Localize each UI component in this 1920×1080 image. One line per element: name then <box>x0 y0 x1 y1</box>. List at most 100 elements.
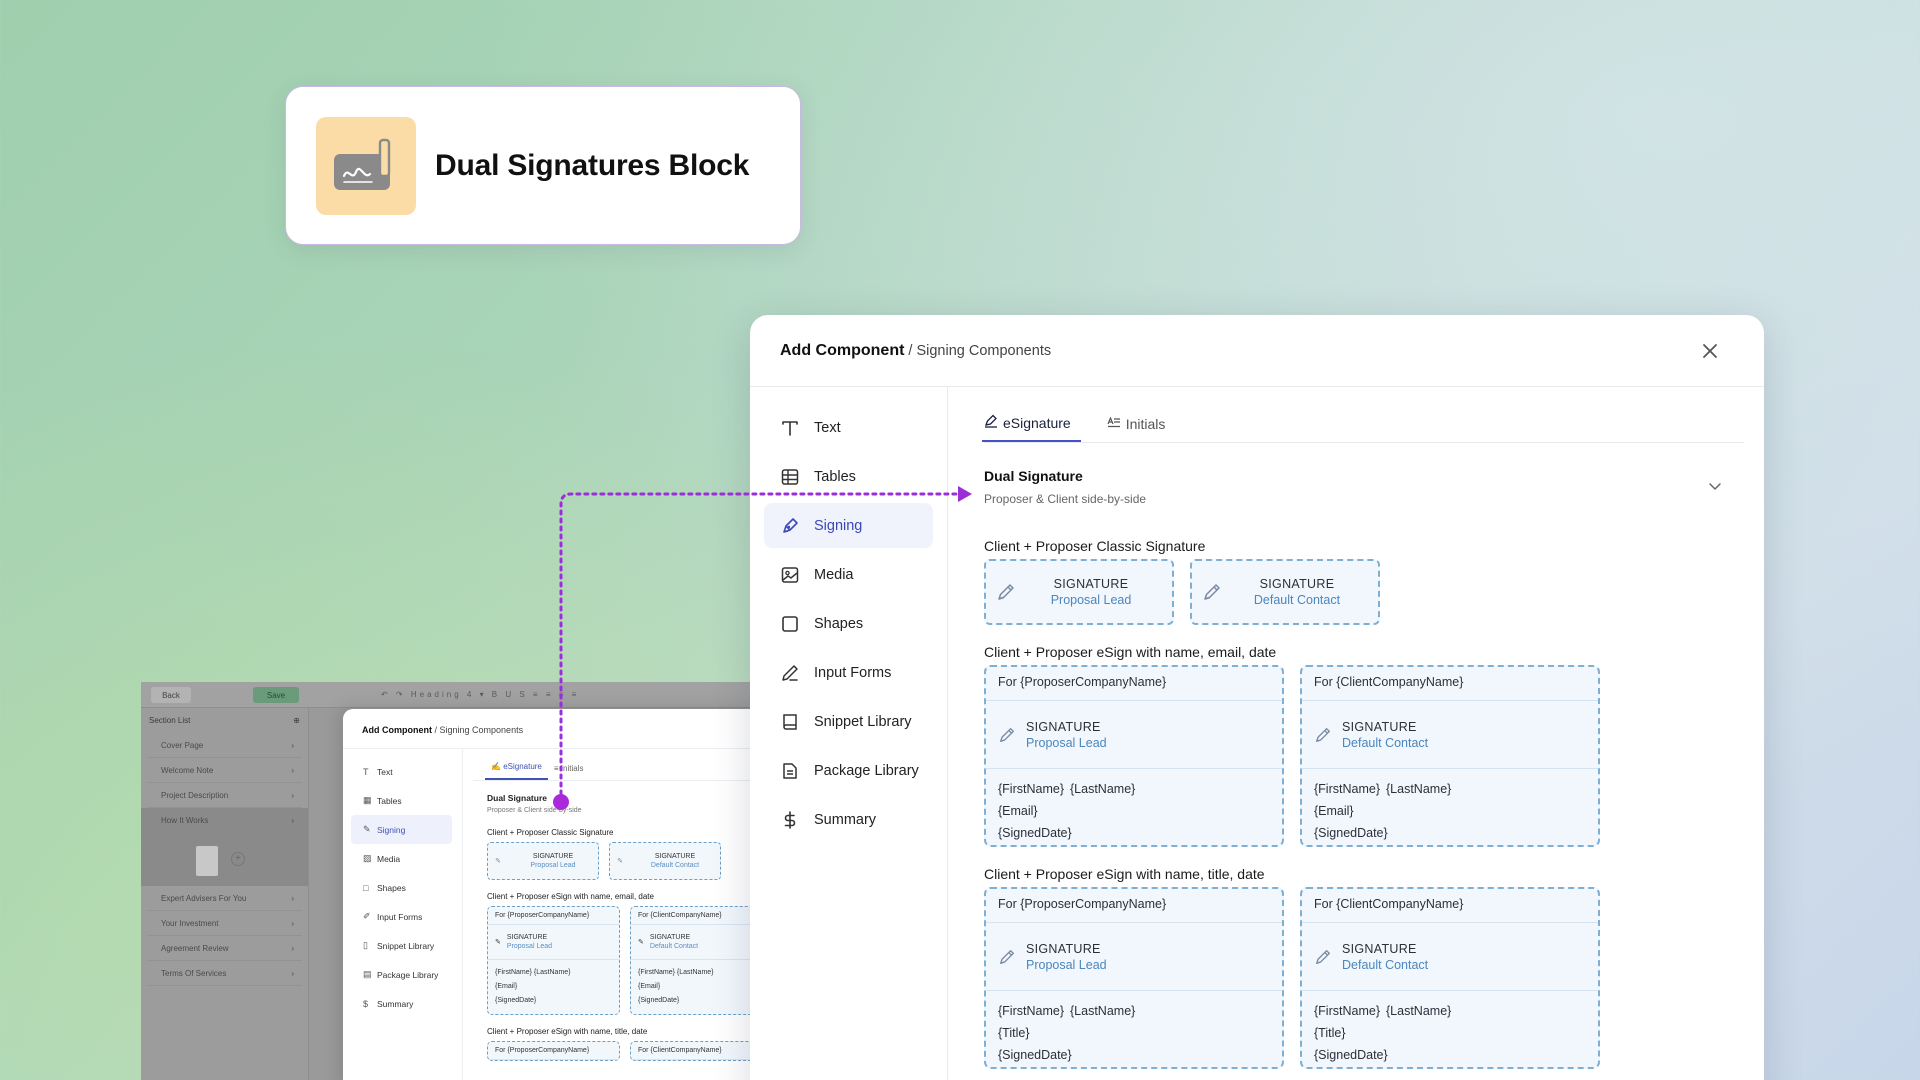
signature-default-contact[interactable]: SIGNATURE Default Contact <box>1190 559 1380 625</box>
proposer-signature-card[interactable]: For {ProposerCompanyName} SIGNATURE Prop… <box>984 665 1284 847</box>
back-button[interactable]: Back <box>151 687 191 703</box>
mini-nav-shapes[interactable]: □ Shapes <box>343 873 462 902</box>
pen-icon <box>998 948 1016 966</box>
section-list-header: Section List ⊕ <box>141 708 308 733</box>
mini-nav-media[interactable]: ▨ Media <box>343 844 462 873</box>
signature-label: SIGNATURE <box>1342 941 1417 956</box>
nav-item-label: Tables <box>814 468 856 485</box>
nav-item-shapes[interactable]: Shapes <box>764 601 933 646</box>
tab-esignature[interactable]: eSignature <box>982 414 1081 442</box>
card-signature-area: SIGNATURE Proposal Lead <box>986 923 1282 991</box>
document-icon <box>780 761 800 781</box>
card-signature-area: SIGNATURE Default Contact <box>1302 923 1598 991</box>
square-icon <box>780 614 800 634</box>
nav-item-text[interactable]: Text <box>764 405 933 450</box>
modal-header: Add Component / Signing Components <box>750 315 1764 387</box>
add-page-icon[interactable]: + <box>231 852 245 866</box>
mini-signature-client[interactable]: ✎ SIGNATURE Default Contact <box>609 842 721 880</box>
pen-icon <box>998 726 1016 744</box>
nav-item-package-library[interactable]: Package Library <box>764 748 933 793</box>
mini-nav-signing[interactable]: ✎ Signing <box>351 815 452 844</box>
mini-signature-card[interactable]: For {ProposerCompanyName} ✎ SIGNATURE Prop… <box>487 906 620 1015</box>
section-item[interactable]: Expert Advisers For You › <box>147 886 302 911</box>
section-item-expanded[interactable]: How It Works › + <box>141 808 308 886</box>
mini-dual-signature[interactable]: Dual Signature Proposer & Client side-by… <box>473 781 763 814</box>
mini-signature-proposer[interactable]: ✎ SIGNATURE Proposal Lead <box>487 842 599 880</box>
last-name-field: {LastName} <box>1386 1004 1452 1018</box>
save-button[interactable]: Save <box>253 687 299 703</box>
signed-date-field: {SignedDate} <box>1314 826 1388 840</box>
mini-modal-nav: T Text ▦ Tables ✎ Signing ▨ Media □ Shapes ✐ I… <box>343 749 463 1080</box>
mini-nav-package-library[interactable]: ▤ Package Library <box>343 960 462 989</box>
card-company-heading: For {ClientCompanyName} <box>1302 667 1598 701</box>
signature-label: SIGNATURE <box>1053 577 1129 591</box>
card-fields: {FirstName} {LastName} {Email} {SignedDat… <box>1302 769 1598 853</box>
section-item[interactable]: Agreement Review › <box>147 936 302 961</box>
proposer-signature-card[interactable]: For {ProposerCompanyName} SIGNATURE Prop… <box>984 887 1284 1069</box>
dual-signature-subtitle: Proposer & Client side-by-side <box>984 492 1147 506</box>
signature-label: SIGNATURE <box>1259 577 1335 591</box>
signed-date-field: {SignedDate} <box>1314 1048 1388 1062</box>
section-item[interactable]: Welcome Note › <box>147 758 302 783</box>
signature-pen-icon <box>316 116 416 215</box>
nav-item-media[interactable]: Media <box>764 552 933 597</box>
mini-tabs: ✍ eSignature ≡ Initials <box>473 749 763 781</box>
card-fields: {FirstName} {LastName} {Title} {SignedDat… <box>1302 991 1598 1075</box>
pen-icon <box>1314 726 1332 744</box>
client-signature-card[interactable]: For {ClientCompanyName} SIGNATURE Defaul… <box>1300 887 1600 1069</box>
first-name-field: {FirstName} <box>998 782 1064 796</box>
signature-proposal-lead[interactable]: SIGNATURE Proposal Lead <box>984 559 1174 625</box>
section-item[interactable]: Your Investment › <box>147 911 302 936</box>
nav-item-label: Shapes <box>814 615 864 632</box>
image-icon <box>780 565 800 585</box>
mini-nav-tables[interactable]: ▦ Tables <box>343 786 462 815</box>
nav-item-tables[interactable]: Tables <box>764 454 933 499</box>
mini-nav-text[interactable]: T Text <box>343 757 462 786</box>
chevron-down-icon[interactable] <box>1708 478 1722 496</box>
signature-role: Default Contact <box>1342 735 1429 750</box>
card-fields: {FirstName} {LastName} {Email} {SignedDat… <box>986 769 1282 853</box>
mini-nav-summary[interactable]: $ Summary <box>343 989 462 1018</box>
mini-signature-card[interactable]: For {ProposerCompanyName} <box>487 1041 620 1061</box>
mini-tab-initials[interactable]: ≡ Initials <box>548 764 590 780</box>
nav-item-signing[interactable]: Signing <box>764 503 933 548</box>
title-signature-group-title: Client + Proposer eSign with name, title… <box>984 866 1265 882</box>
mini-nav-snippet-library[interactable]: ▯ Snippet Library <box>343 931 462 960</box>
signed-date-field: {SignedDate} <box>998 826 1072 840</box>
dollar-icon <box>780 810 800 830</box>
card-signature-area: SIGNATURE Proposal Lead <box>986 701 1282 769</box>
add-section-icon[interactable]: ⊕ <box>293 716 300 725</box>
mini-nav-input-forms[interactable]: ✐ Input Forms <box>343 902 462 931</box>
nav-item-input-forms[interactable]: Input Forms <box>764 650 933 695</box>
signature-role: Proposal Lead <box>1026 957 1107 972</box>
first-name-field: {FirstName} <box>1314 1004 1380 1018</box>
mini-modal-content: ✍ eSignature ≡ Initials Dual Signature P… <box>473 749 763 1080</box>
email-field: {Email} <box>1314 804 1354 818</box>
card-company-heading: For {ProposerCompanyName} <box>986 889 1282 923</box>
mini-title-row: For {ProposerCompanyName} For {ClientCom… <box>487 1041 763 1061</box>
pen-icon <box>1192 582 1232 602</box>
nav-item-label: Text <box>814 419 841 436</box>
add-component-modal: Add Component / Signing Components Text … <box>750 315 1764 1080</box>
title-field: {Title} <box>1314 1026 1346 1040</box>
title-field: {Title} <box>998 1026 1030 1040</box>
mini-tab-esignature[interactable]: ✍ eSignature <box>485 762 548 780</box>
section-item[interactable]: Terms Of Services › <box>147 961 302 986</box>
signature-label: SIGNATURE <box>1342 719 1417 734</box>
nav-item-snippet-library[interactable]: Snippet Library <box>764 699 933 744</box>
close-icon[interactable] <box>1698 339 1722 363</box>
first-name-field: {FirstName} <box>998 1004 1064 1018</box>
tab-initials[interactable]: Initials <box>1107 415 1165 442</box>
heading-select[interactable]: Heading 4 <box>411 690 474 699</box>
page-thumbnail <box>196 846 218 876</box>
nav-item-label: Input Forms <box>814 664 892 681</box>
mini-signature-card[interactable]: For {ClientCompanyName} <box>630 1041 763 1061</box>
section-item[interactable]: Project Description › <box>147 783 302 808</box>
dual-signature-accordion[interactable]: Dual Signature Proposer & Client side-by… <box>984 468 1764 508</box>
section-item[interactable]: Cover Page › <box>147 733 302 758</box>
mini-signature-card[interactable]: For {ClientCompanyName} ✎ SIGNATURE Defaul… <box>630 906 763 1015</box>
last-name-field: {LastName} <box>1070 782 1136 796</box>
nav-item-summary[interactable]: Summary <box>764 797 933 842</box>
modal-title: Add Component <box>780 341 905 359</box>
client-signature-card[interactable]: For {ClientCompanyName} SIGNATURE Defaul… <box>1300 665 1600 847</box>
